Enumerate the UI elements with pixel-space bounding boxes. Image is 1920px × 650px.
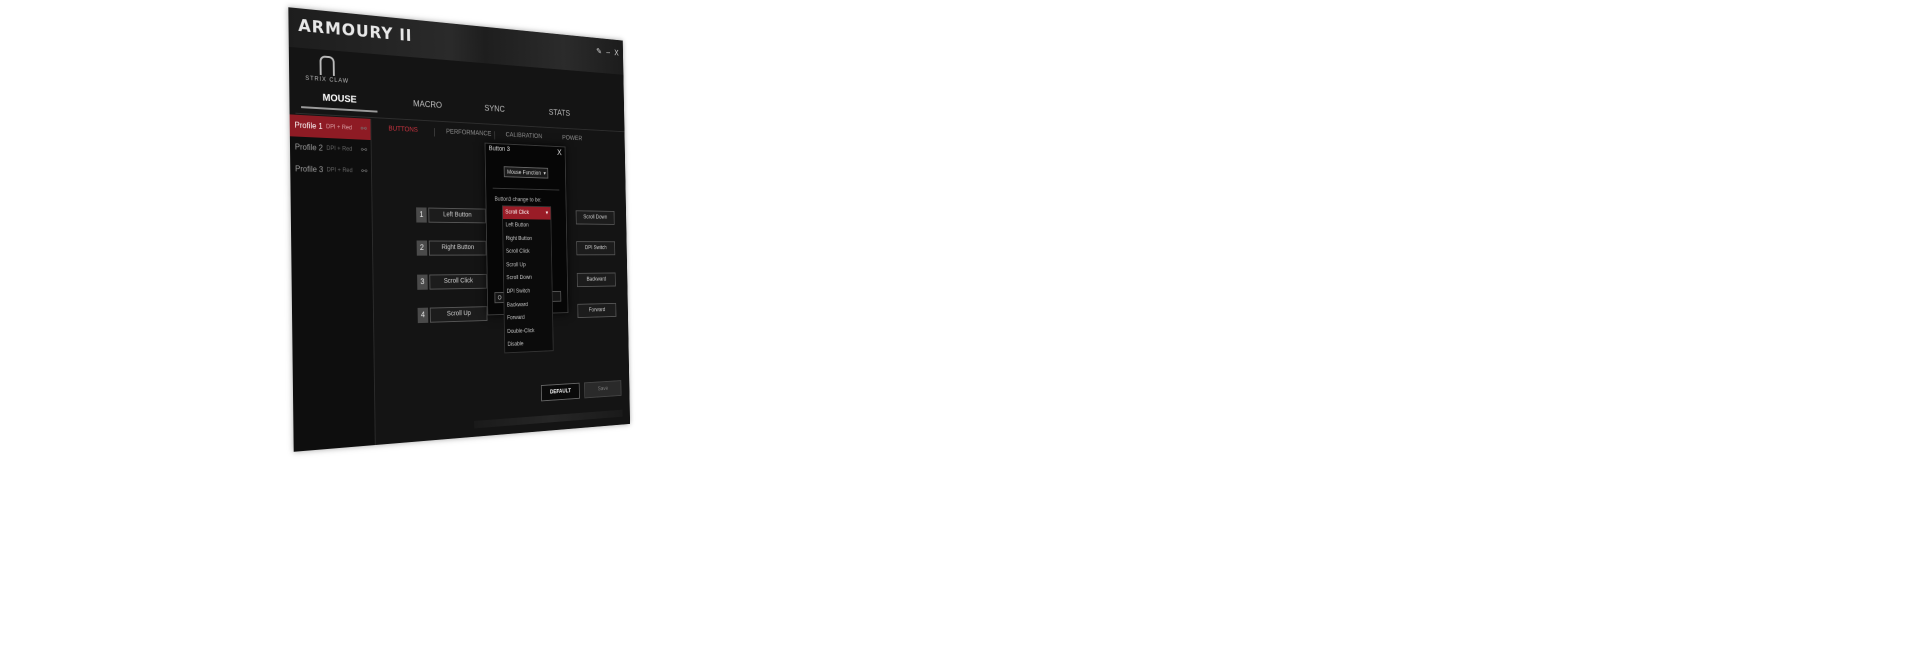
- brand-name: STRIX CLAW: [305, 75, 350, 85]
- save-button[interactable]: Save: [584, 380, 622, 399]
- close-icon[interactable]: X: [614, 48, 619, 58]
- button-slot-3[interactable]: 3 Scroll Click: [417, 273, 487, 290]
- profile-item-2[interactable]: Profile 2 DPI + Red ⚯: [290, 136, 371, 161]
- profile-sidebar: Profile 1 DPI + Red ⚯ Profile 2 DPI + Re…: [289, 114, 376, 452]
- slot-label: Scroll Up: [429, 306, 488, 323]
- dropdown-option[interactable]: Scroll Up: [504, 259, 552, 273]
- tab-mouse[interactable]: MOUSE: [301, 91, 378, 112]
- dropdown-option[interactable]: Right Button: [503, 232, 551, 245]
- dropdown-option[interactable]: Scroll Click: [503, 246, 551, 259]
- button-slot-1[interactable]: 1 Left Button: [416, 207, 486, 224]
- button-slot-8[interactable]: Forward: [577, 302, 617, 319]
- subtab-performance[interactable]: PERFORMANCE: [446, 129, 491, 138]
- dropdown-option[interactable]: Backward: [504, 298, 552, 312]
- dropdown-option[interactable]: Disable: [505, 337, 553, 352]
- change-label: Button3 change to be:: [494, 196, 542, 204]
- dropdown-option[interactable]: DPI Switch: [504, 285, 552, 299]
- button-slot-2[interactable]: 2 Right Button: [416, 240, 487, 256]
- strix-logo-icon: [319, 55, 335, 76]
- link-icon[interactable]: ⚯: [361, 161, 367, 182]
- dropdown-option[interactable]: Scroll Down: [504, 272, 552, 286]
- chevron-down-icon: ▾: [545, 210, 549, 217]
- profile-item-3[interactable]: Profile 3 DPI + Red ⚯: [290, 158, 371, 182]
- minimize-icon[interactable]: –: [606, 48, 610, 58]
- subtab-calibration[interactable]: CALIBRATION: [506, 132, 543, 140]
- button-slot-6[interactable]: DPI Switch: [576, 241, 616, 256]
- button-slot-7[interactable]: Backward: [576, 272, 616, 288]
- profile-label: Profile 1: [294, 120, 323, 131]
- slot-label: Scroll Click: [429, 273, 487, 290]
- function-select[interactable]: Mouse Function ▾: [503, 166, 549, 179]
- armoury-window: ARMOURY II ✎ – X STRIX CLAW MOUSE MACRO …: [288, 7, 631, 452]
- function-select-value: Mouse Function: [507, 169, 541, 177]
- brand-logo: STRIX CLAW: [304, 54, 349, 85]
- default-button[interactable]: DEFAULT: [540, 382, 580, 402]
- dialog-title: Button 3: [488, 145, 511, 153]
- profile-label: Profile 3: [295, 164, 324, 175]
- profile-label: Profile 2: [294, 142, 323, 153]
- dialog-close-icon[interactable]: X: [557, 148, 562, 157]
- subtab-divider: [494, 131, 496, 140]
- app-title: ARMOURY II: [298, 16, 413, 46]
- tab-macro[interactable]: MACRO: [406, 98, 449, 110]
- link-icon[interactable]: ⚯: [361, 118, 367, 140]
- subtab-power[interactable]: POWER: [562, 135, 582, 142]
- dropdown-selected[interactable]: Scroll Click ▾: [502, 206, 551, 220]
- profile-dpi: DPI + Red: [326, 145, 353, 153]
- subtab-divider: [433, 128, 435, 137]
- slot-label: Left Button: [428, 207, 486, 224]
- slot-label: Right Button: [428, 240, 487, 256]
- dialog-divider: [492, 187, 560, 191]
- assignment-dropdown[interactable]: Scroll Click ▾ Left Button Right Button …: [501, 205, 554, 354]
- window-controls: ✎ – X: [596, 47, 619, 59]
- decorative-bar: [474, 409, 623, 429]
- subtab-buttons[interactable]: BUTTONS: [388, 126, 418, 134]
- slot-number: 1: [416, 207, 427, 223]
- link-icon[interactable]: ⚯: [361, 140, 367, 161]
- slot-number: 3: [417, 274, 428, 290]
- button-slot-5[interactable]: Scroll Down: [575, 210, 615, 225]
- chevron-down-icon: ▾: [543, 171, 546, 177]
- profile-dpi: DPI + Red: [326, 167, 353, 175]
- button-slot-4[interactable]: 4 Scroll Up: [417, 306, 488, 324]
- stage: ARMOURY II ✎ – X STRIX CLAW MOUSE MACRO …: [0, 0, 1920, 650]
- profile-dpi: DPI + Red: [326, 124, 353, 132]
- settings-icon[interactable]: ✎: [596, 47, 602, 57]
- dropdown-option[interactable]: Left Button: [503, 219, 551, 233]
- dropdown-selected-value: Scroll Click: [505, 209, 530, 216]
- tab-stats[interactable]: STATS: [540, 107, 579, 118]
- slot-number: 4: [417, 307, 429, 324]
- slot-number: 2: [416, 240, 428, 256]
- tab-sync[interactable]: SYNC: [474, 103, 515, 115]
